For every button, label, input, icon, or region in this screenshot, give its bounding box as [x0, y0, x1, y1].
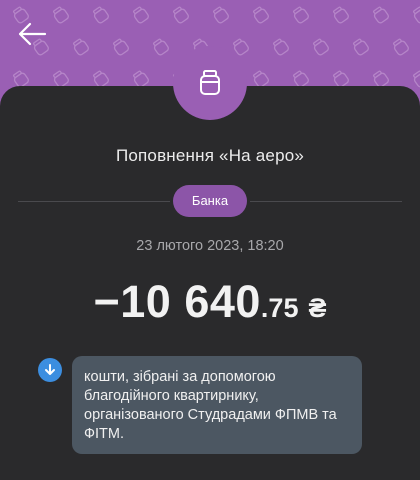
- pattern-jar-icon: [270, 36, 291, 57]
- pattern-jar-icon: [70, 36, 91, 57]
- comment-bubble: кошти, зібрані за допомогою благодійного…: [72, 356, 362, 454]
- back-button[interactable]: [14, 16, 50, 52]
- pattern-jar-icon: [250, 4, 271, 25]
- jar-icon: [200, 70, 220, 95]
- pattern-jar-icon: [390, 36, 411, 57]
- transaction-amount: −10 640.75 ₴: [0, 276, 420, 328]
- pattern-jar-icon: [130, 4, 151, 25]
- pattern-jar-icon: [170, 4, 191, 25]
- category-row: Банка: [0, 185, 420, 217]
- transaction-title: Поповнення «На аеро»: [115, 146, 305, 165]
- pattern-jar-icon: [330, 4, 351, 25]
- pattern-jar-icon: [230, 36, 251, 57]
- jar-avatar: [173, 46, 247, 120]
- currency-symbol: ₴: [308, 293, 327, 323]
- arrow-down-circle-icon: [45, 364, 55, 375]
- pattern-jar-icon: [90, 4, 111, 25]
- pattern-jar-icon: [310, 36, 331, 57]
- pattern-jar-icon: [150, 36, 171, 57]
- arrow-left-icon: [18, 22, 47, 46]
- pattern-jar-icon: [210, 4, 231, 25]
- pattern-jar-icon: [370, 4, 391, 25]
- comment-icon: [38, 358, 62, 382]
- divider: [250, 201, 402, 202]
- pattern-jar-icon: [110, 36, 131, 57]
- amount-fraction: .75: [260, 293, 299, 323]
- divider: [18, 201, 170, 202]
- transaction-datetime: 23 лютого 2023, 18:20: [136, 238, 284, 254]
- pattern-jar-icon: [50, 4, 71, 25]
- pattern-jar-icon: [410, 4, 420, 25]
- amount-integer: −10 640: [93, 276, 261, 327]
- pattern-jar-icon: [350, 36, 371, 57]
- pattern-jar-icon: [290, 4, 311, 25]
- pattern-jar-icon: [410, 68, 420, 89]
- category-chip[interactable]: Банка: [173, 185, 247, 217]
